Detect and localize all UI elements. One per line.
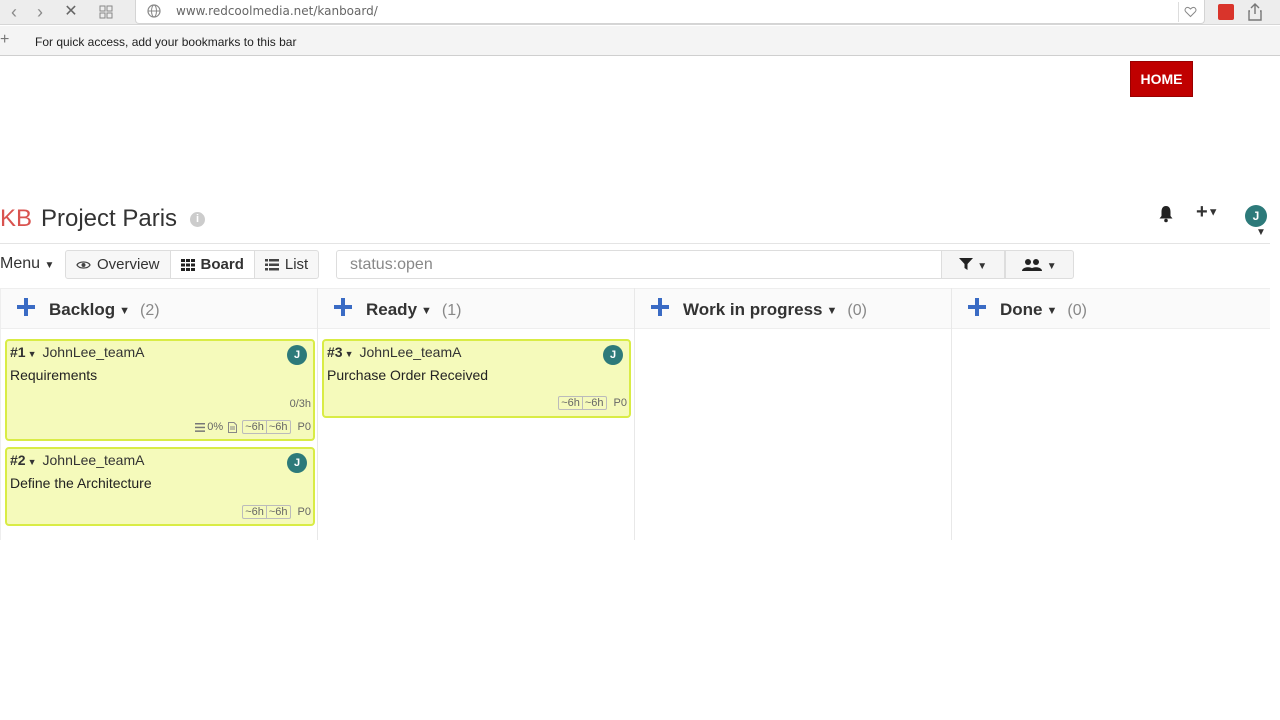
task-meta: ~6h ~6h P0: [242, 505, 311, 519]
add-task-icon[interactable]: [332, 295, 354, 319]
project-header: KB Project Paris i +▼ J ▼: [0, 200, 1270, 244]
stop-loading-icon[interactable]: ✕: [61, 2, 81, 22]
browser-toolbar: ‹ › ✕ www.redcoolmedia.net/kanboard/: [0, 0, 1280, 25]
column-work-in-progress: Work in progress ▼ (0): [635, 288, 952, 540]
column-backlog: Backlog ▼ (2) #1 ▼ JohnLee_teamA J Requireme…: [0, 288, 318, 540]
time-estimate: ~6h ~6h: [242, 420, 291, 434]
home-button[interactable]: HOME: [1130, 61, 1193, 97]
task-meta: 0% ~6h ~6h P0: [195, 420, 311, 434]
pdf-extension-icon[interactable]: [1218, 4, 1234, 20]
back-icon[interactable]: ‹: [4, 2, 24, 22]
avatar: J: [287, 345, 307, 365]
tab-list[interactable]: List: [255, 251, 318, 278]
tab-board[interactable]: Board: [170, 251, 255, 278]
priority: P0: [297, 506, 311, 518]
progress-percent: 0%: [207, 421, 224, 433]
kanboard-logo[interactable]: KB: [0, 205, 32, 233]
menu-dropdown[interactable]: Menu ▼: [0, 255, 54, 273]
add-task-icon[interactable]: [649, 295, 671, 319]
heart-icon[interactable]: [1178, 2, 1198, 22]
time-spent: 0/3h: [289, 398, 311, 410]
avatar: J: [603, 345, 623, 365]
time-estimate: ~6h ~6h: [558, 396, 607, 410]
new-item-menu-icon[interactable]: +▼: [1196, 201, 1219, 224]
add-task-icon[interactable]: [15, 295, 37, 319]
grid-icon: [180, 258, 195, 271]
bookmarks-bar: + For quick access, add your bookmarks t…: [0, 26, 1280, 56]
chevron-down-icon[interactable]: ▼: [1256, 227, 1266, 238]
task-title[interactable]: Define the Architecture: [10, 475, 152, 491]
url-text: www.redcoolmedia.net/kanboard/: [176, 4, 378, 18]
task-card[interactable]: #2 ▼ JohnLee_teamA J Define the Architectu…: [5, 447, 315, 526]
globe-icon: [147, 4, 161, 18]
column-ready: Ready ▼ (1) #3 ▼ JohnLee_teamA J Purchase Or…: [318, 288, 635, 540]
avatar[interactable]: J: [1245, 205, 1267, 227]
bell-icon[interactable]: [1158, 205, 1174, 223]
avatar: J: [287, 453, 307, 473]
task-id[interactable]: #3 ▼ JohnLee_teamA: [327, 344, 461, 360]
forward-icon[interactable]: ›: [30, 2, 50, 22]
priority: P0: [297, 421, 311, 433]
task-id[interactable]: #1 ▼ JohnLee_teamA: [10, 344, 144, 360]
users-dropdown-button[interactable]: ▼: [1005, 250, 1074, 279]
task-id[interactable]: #2 ▼ JohnLee_teamA: [10, 452, 144, 468]
column-done: Done ▼ (0): [952, 288, 1270, 540]
priority: P0: [613, 397, 627, 409]
address-bar[interactable]: www.redcoolmedia.net/kanboard/: [135, 0, 1205, 24]
tabs-grid-icon[interactable]: [96, 2, 116, 22]
task-card[interactable]: #3 ▼ JohnLee_teamA J Purchase Order Receiv…: [322, 339, 631, 418]
column-header: Done ▼ (0): [952, 288, 1270, 329]
column-title[interactable]: Backlog ▼ (2): [49, 300, 160, 320]
task-title[interactable]: Purchase Order Received: [327, 367, 488, 383]
column-header: Work in progress ▼ (0): [635, 288, 951, 329]
subtasks-icon: [195, 422, 206, 432]
search-input[interactable]: [336, 250, 942, 279]
share-icon[interactable]: [1246, 2, 1264, 22]
task-card[interactable]: #1 ▼ JohnLee_teamA J Requirements 0/3h 0% …: [5, 339, 315, 441]
column-title[interactable]: Work in progress ▼ (0): [683, 300, 867, 320]
column-header: Backlog ▼ (2): [1, 288, 317, 329]
page-title: Project Paris: [41, 205, 178, 232]
time-estimate: ~6h ~6h: [242, 505, 291, 519]
tab-overview[interactable]: Overview: [66, 251, 171, 278]
info-icon[interactable]: i: [190, 212, 205, 227]
users-icon: [1022, 258, 1043, 271]
list-icon: [264, 258, 279, 270]
column-header: Ready ▼ (1): [318, 288, 634, 329]
kanban-board: Backlog ▼ (2) #1 ▼ JohnLee_teamA J Requireme…: [0, 288, 1270, 540]
task-meta: ~6h ~6h P0: [558, 396, 627, 410]
column-title[interactable]: Ready ▼ (1): [366, 300, 461, 320]
bookmarks-hint: For quick access, add your bookmarks to …: [35, 35, 297, 49]
filter-icon: [958, 258, 973, 271]
board-toolbar: Menu ▼ Overview Board List ▼ ▼: [0, 250, 1280, 280]
eye-icon: [76, 260, 91, 269]
filter-dropdown-button[interactable]: ▼: [941, 250, 1005, 279]
description-icon: [228, 421, 238, 433]
column-title[interactable]: Done ▼ (0): [1000, 300, 1087, 320]
add-bookmark-icon[interactable]: +: [0, 31, 9, 49]
view-switcher: Overview Board List: [65, 250, 320, 279]
task-title[interactable]: Requirements: [10, 367, 97, 383]
add-task-icon[interactable]: [966, 295, 988, 319]
